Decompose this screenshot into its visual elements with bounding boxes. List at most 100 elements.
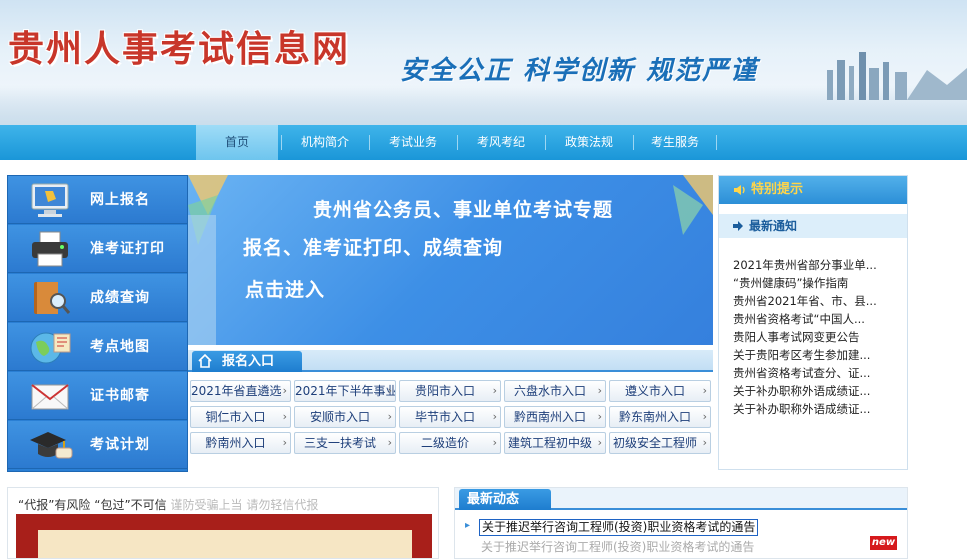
nav-divider [457,135,458,150]
chevron-right-icon: › [597,436,602,449]
reg-btn-label: 2021年下半年事业 [295,384,396,398]
notice-item[interactable]: 贵州省资格考试“中国人... [733,310,905,328]
chevron-right-icon: › [492,410,497,423]
nav-policy[interactable]: 政策法规 [547,125,631,160]
menu-score-query[interactable]: 成绩查询 [8,274,187,322]
notice-item[interactable]: 贵阳人事考试网变更公告 [733,328,905,346]
city-skyline-icon [827,52,967,100]
nav-home[interactable]: 首页 [196,125,278,160]
reg-btn-zunyi[interactable]: 遵义市入口 › [609,380,711,402]
nav-divider [545,135,546,150]
site-header: 贵州人事考试信息网 安全公正 科学创新 规范严谨 [0,0,967,125]
reg-btn-label: 黔东南州入口 [618,410,691,424]
menu-label: 考试计划 [90,437,150,453]
reg-btn-qiandongnan[interactable]: 黔东南州入口 › [609,406,711,428]
latest-news-header: 最新动态 [455,488,907,510]
registration-entry-panel: 报名入口 2021年省直遴选 › 2021年下半年事业 › 贵阳市入口 › 六盘水市入… [188,350,713,456]
reg-btn-construction-engineering[interactable]: 建筑工程初中级 › [504,432,606,454]
reg-btn-label: 铜仁市入口 [205,410,266,424]
monitor-icon [31,183,69,217]
news-item[interactable]: 关于推迟举行咨询工程师(投资)职业资格考试的通告 [479,519,759,536]
registration-title: 报名入口 [222,354,275,369]
menu-exam-plan[interactable]: 考试计划 [8,421,187,469]
chevron-right-icon: › [282,410,287,423]
notice-item[interactable]: 关于贵阳考区考生参加建... [733,346,905,364]
reg-btn-label: 遵义市入口 [624,384,685,398]
warning-poster[interactable] [16,514,432,558]
banner-heading: 贵州省公务员、事业单位考试专题 [313,199,614,221]
reg-btn-anshun[interactable]: 安顺市入口 › [294,406,396,428]
latest-notice-title: 最新通知 [749,219,798,233]
home-icon [198,354,212,368]
reg-btn-label: 黔西南州入口 [513,410,586,424]
registration-header: 报名入口 [188,350,713,372]
menu-admission-print[interactable]: 准考证打印 [8,225,187,273]
reg-btn-label: 建筑工程初中级 [507,436,592,450]
reg-btn-sanzhi-yifu[interactable]: 三支一扶考试 › [294,432,396,454]
notice-item[interactable]: 关于补办职称外语成绩证... [733,382,905,400]
menu-exam-map[interactable]: 考点地图 [8,323,187,371]
nav-candidate-service[interactable]: 考生服务 [635,125,715,160]
reg-btn-bijie[interactable]: 毕节市入口 › [399,406,501,428]
menu-label: 成绩查询 [90,290,150,306]
warning-text-faded: 谨防受骗上当 请勿轻信代报 [166,498,319,512]
notice-list: 2021年贵州省部分事业单... “贵州健康码”操作指南 贵州省2021年省、市… [733,256,905,418]
reg-btn-provincial-selection[interactable]: 2021年省直遴选 › [190,380,291,402]
notice-item[interactable]: 贵州省资格考试查分、证... [733,364,905,382]
notice-item[interactable]: “贵州健康码”操作指南 [733,274,905,292]
reg-btn-tongren[interactable]: 铜仁市入口 › [190,406,291,428]
notice-panel: 特别提示 最新通知 2021年贵州省部分事业单... “贵州健康码”操作指南 贵… [718,175,908,470]
graduation-cap-icon [30,432,73,459]
reg-btn-label: 毕节市入口 [414,410,475,424]
notice-item[interactable]: 关于补办职称外语成绩证... [733,400,905,418]
chevron-right-icon: › [702,436,707,449]
site-title[interactable]: 贵州人事考试信息网 [8,20,350,72]
exam-topic-banner[interactable]: 贵州省公务员、事业单位考试专题 报名、准考证打印、成绩查询 点击进入 [188,175,713,345]
banner-subheading: 报名、准考证打印、成绩查询 [243,237,504,259]
nav-exam-discipline[interactable]: 考风考纪 [459,125,543,160]
leaf-decoration-icon [188,175,228,345]
chevron-right-icon: › [387,410,392,423]
site-slogan: 安全公正 科学创新 规范严谨 [400,56,759,86]
chevron-right-icon: › [597,410,602,423]
notice-item[interactable]: 贵州省2021年省、市、县... [733,292,905,310]
arrow-right-icon [733,221,743,231]
menu-online-registration[interactable]: 网上报名 [8,176,187,224]
news-item[interactable]: 关于推迟举行咨询工程师(投资)职业资格考试的通告 [481,539,754,556]
chevron-right-icon: › [282,436,287,449]
chevron-right-icon: › [702,410,707,423]
reg-btn-label: 黔南州入口 [205,436,266,450]
quick-menu: 网上报名 准考证打印 成绩查询 考点地图 证书邮寄 考试计划 [7,175,188,472]
chevron-right-icon: › [387,436,392,449]
chevron-right-icon: › [492,384,497,397]
reg-btn-qianxinan[interactable]: 黔西南州入口 › [504,406,606,428]
reg-btn-safety-engineer[interactable]: 初级安全工程师 › [609,432,711,454]
menu-label: 网上报名 [90,192,150,208]
warning-panel: “代报”有风险 “包过”不可信 谨防受骗上当 请勿轻信代报 [7,487,439,559]
nav-exam-business[interactable]: 考试业务 [371,125,455,160]
page: 贵州人事考试信息网 安全公正 科学创新 规范严谨 首页 机构简介 考试业务 考风… [0,0,967,559]
special-tip-title: 特别提示 [751,182,804,197]
printer-icon [32,231,68,267]
menu-certificate-mail[interactable]: 证书邮寄 [8,372,187,420]
nav-divider [281,135,282,150]
reg-btn-label: 安顺市入口 [309,410,370,424]
reg-btn-label: 初级安全工程师 [612,436,697,450]
reg-btn-guiyang[interactable]: 贵阳市入口 › [399,380,501,402]
latest-notice-header: 最新通知 [719,214,907,238]
reg-btn-label: 2021年省直遴选 [191,384,282,398]
new-badge: new [870,536,897,550]
reg-btn-second-half-institution[interactable]: 2021年下半年事业 › [294,380,396,402]
reg-btn-liupanshui[interactable]: 六盘水市入口 › [504,380,606,402]
nav-divider [716,135,717,150]
special-tip-header: 特别提示 [719,176,907,204]
reg-btn-cost-engineer-level2[interactable]: 二级造价 › [399,432,501,454]
banner-enter-link[interactable]: 点击进入 [245,275,325,302]
notice-item[interactable]: 2021年贵州省部分事业单... [733,256,905,274]
warning-text: “代报”有风险 “包过”不可信 [18,498,167,512]
warning-marquee[interactable]: “代报”有风险 “包过”不可信 谨防受骗上当 请勿轻信代报 [18,496,438,514]
bullet-icon: ▸ [465,520,471,531]
nav-about[interactable]: 机构简介 [283,125,367,160]
chevron-right-icon: › [597,384,602,397]
reg-btn-qiannan[interactable]: 黔南州入口 › [190,432,291,454]
